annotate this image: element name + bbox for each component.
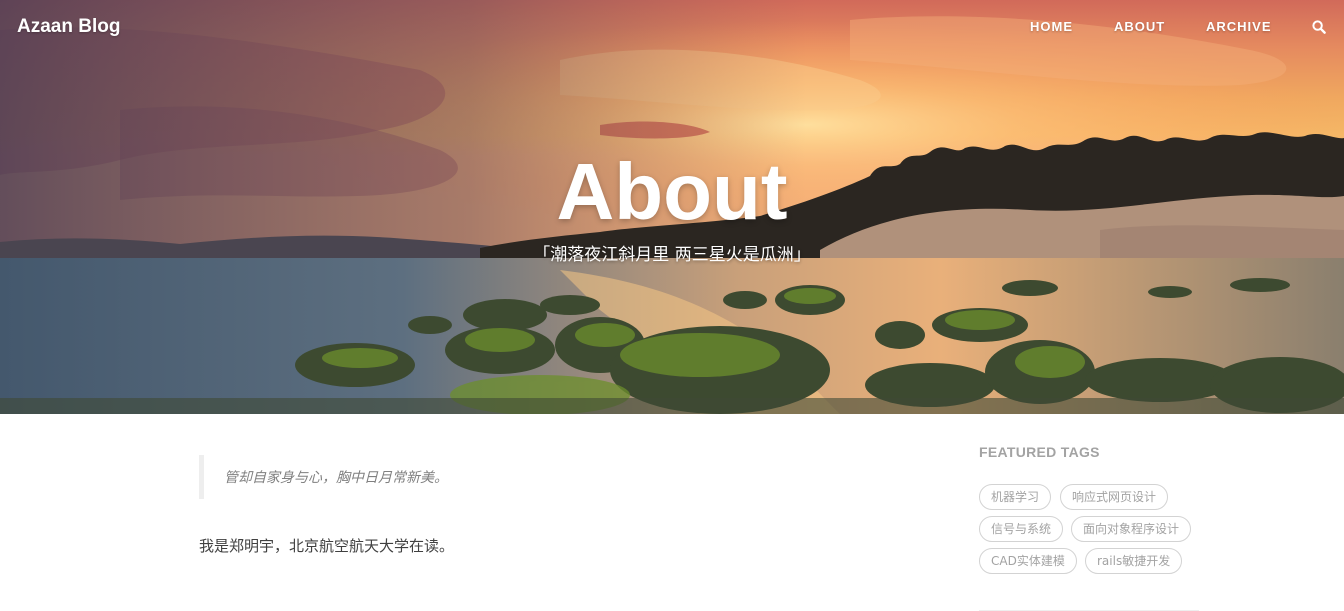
quote-block: 管却自家身与心，胸中日月常新美。 [199, 455, 899, 499]
nav-link-archive[interactable]: ARCHIVE [1206, 19, 1272, 34]
tag-link[interactable]: 信号与系统 [979, 516, 1064, 542]
nav-link-about[interactable]: ABOUT [1114, 19, 1165, 34]
quote-text: 管却自家身与心，胸中日月常新美。 [224, 470, 448, 486]
nav-links: HOME ABOUT ARCHIVE [0, 19, 1344, 39]
search-icon[interactable] [1312, 20, 1326, 34]
intro-paragraph: 我是郑明宇，北京航空航天大学在读。 [199, 537, 455, 555]
sidebar: FEATURED TAGS 机器学习 响应式网页设计 信号与系统 面向对象程序设… [979, 444, 1199, 611]
main-content: 管却自家身与心，胸中日月常新美。 我是郑明宇，北京航空航天大学在读。 FEATU… [0, 414, 1344, 611]
tag-link[interactable]: rails敏捷开发 [1085, 548, 1183, 574]
nav-link-home[interactable]: HOME [1030, 19, 1073, 34]
tag-link[interactable]: 机器学习 [979, 484, 1052, 510]
featured-tags-heading: FEATURED TAGS [979, 444, 1100, 460]
tag-link[interactable]: CAD实体建模 [979, 548, 1077, 574]
tag-link[interactable]: 面向对象程序设计 [1071, 516, 1192, 542]
page-title: About [556, 147, 788, 236]
hero-header: Azaan Blog HOME ABOUT ARCHIVE About 「潮落夜… [0, 0, 1344, 414]
navbar: Azaan Blog HOME ABOUT ARCHIVE [0, 0, 1344, 54]
tag-link[interactable]: 响应式网页设计 [1060, 484, 1169, 510]
page-subtitle: 「潮落夜江斜月里 两三星火是瓜洲」 [533, 245, 811, 265]
